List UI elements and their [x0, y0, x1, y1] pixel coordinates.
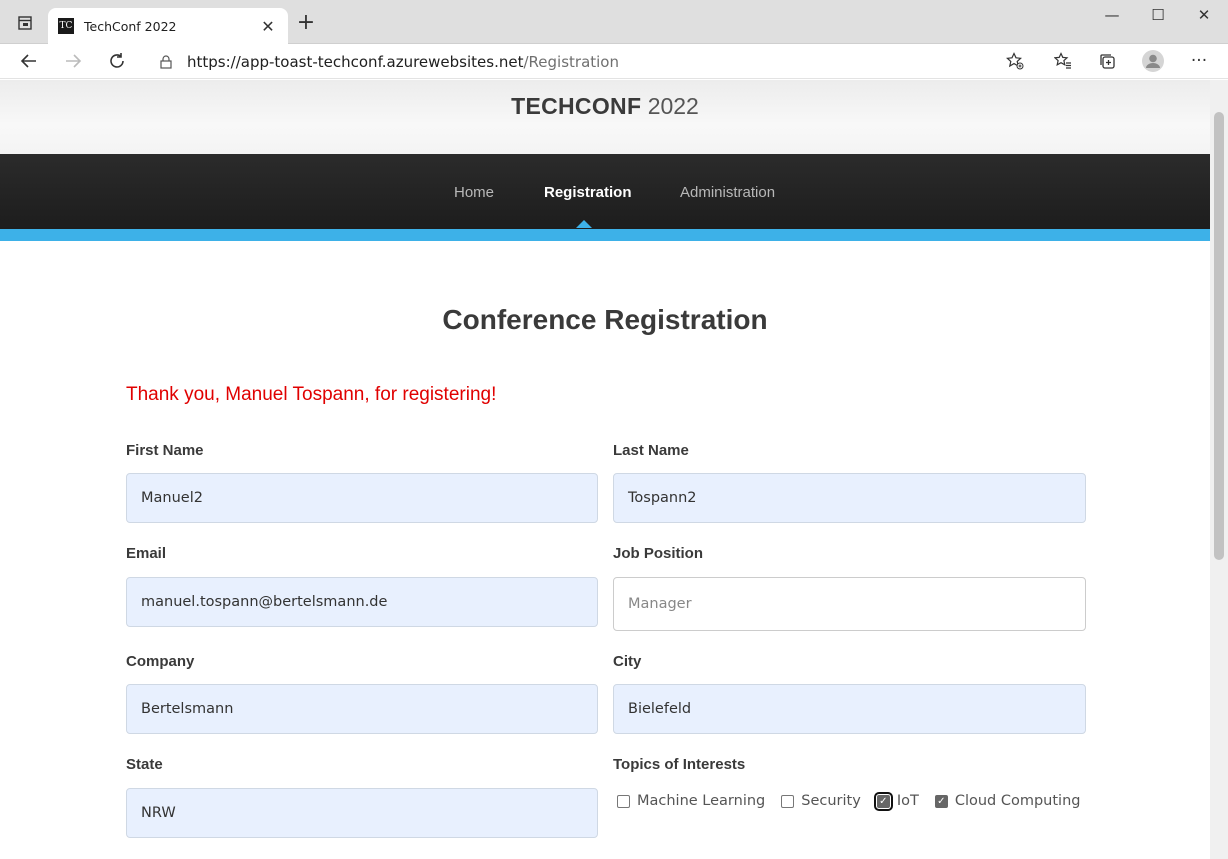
topic-label: Machine Learning: [637, 793, 766, 809]
url-host: https://app-toast-techconf.azurewebsites…: [187, 53, 524, 71]
site-logo[interactable]: TECHCONF 2022: [0, 93, 1210, 120]
maximize-icon[interactable]: ☐: [1144, 6, 1172, 26]
more-options-icon[interactable]: ···: [1187, 49, 1211, 73]
page-title: Conference Registration: [442, 304, 768, 335]
forward-icon[interactable]: [61, 49, 85, 73]
lock-icon: [160, 55, 172, 69]
favorites-icon[interactable]: [1051, 49, 1075, 73]
job-position-label: Job Position: [613, 545, 703, 562]
checkbox-iot[interactable]: ✓: [873, 791, 893, 811]
tab-close-icon[interactable]: ✕: [258, 17, 278, 36]
first-name-label: First Name: [126, 442, 204, 459]
tab-favicon-icon: TC: [58, 18, 74, 34]
add-favorite-icon[interactable]: [1003, 49, 1027, 73]
last-name-label: Last Name: [613, 442, 689, 459]
url-path: /Registration: [523, 53, 619, 71]
nav-administration[interactable]: Administration: [680, 184, 775, 201]
scrollbar-thumb[interactable]: [1214, 112, 1224, 560]
checkbox-security[interactable]: [781, 794, 795, 808]
browser-tab[interactable]: TC TechConf 2022 ✕: [48, 8, 288, 44]
city-label: City: [613, 653, 642, 670]
site-header: TECHCONF 2022: [0, 80, 1210, 154]
confirmation-message: Thank you, Manuel Tospann, for registeri…: [126, 384, 497, 405]
state-label: State: [126, 756, 163, 773]
company-label: Company: [126, 653, 195, 670]
minimize-icon[interactable]: —: [1098, 6, 1126, 26]
logo-brand: TECHCONF: [511, 93, 642, 119]
city-field[interactable]: Bielefeld: [613, 684, 1086, 734]
topic-label: Security: [801, 793, 861, 809]
nav-active-indicator: [576, 220, 592, 228]
checkbox-machine-learning[interactable]: [617, 794, 630, 808]
topics-checkbox-group: Machine Learning Security ✓ IoT ✓ Cloud …: [617, 791, 1096, 811]
checkbox-cloud-computing[interactable]: ✓: [934, 794, 948, 808]
refresh-icon[interactable]: [105, 49, 129, 73]
back-icon[interactable]: [17, 49, 41, 73]
window-menu-icon[interactable]: [14, 12, 36, 34]
page-viewport: TECHCONF 2022 Home Registration Administ…: [0, 80, 1210, 859]
tab-title: TechConf 2022: [84, 18, 177, 34]
logo-year: 2022: [647, 93, 699, 119]
topic-label: Cloud Computing: [954, 793, 1081, 809]
nav-registration[interactable]: Registration: [544, 184, 632, 201]
vertical-scrollbar[interactable]: [1210, 80, 1228, 859]
topic-iot[interactable]: ✓ IoT: [873, 791, 919, 811]
close-window-icon[interactable]: ✕: [1190, 6, 1218, 26]
browser-titlebar: TC TechConf 2022 ✕ + — ☐ ✕: [0, 0, 1228, 44]
company-field[interactable]: Bertelsmann: [126, 684, 598, 734]
nav-home[interactable]: Home: [454, 184, 494, 201]
topic-cloud-computing[interactable]: ✓ Cloud Computing: [934, 793, 1081, 809]
browser-toolbar: https://app-toast-techconf.azurewebsites…: [0, 44, 1228, 79]
topics-label: Topics of Interests: [613, 756, 746, 773]
new-tab-icon[interactable]: +: [296, 12, 316, 35]
email-label: Email: [126, 545, 167, 562]
topic-machine-learning[interactable]: Machine Learning: [617, 793, 765, 809]
job-position-field[interactable]: Manager: [613, 577, 1086, 631]
topic-security[interactable]: Security: [781, 793, 861, 809]
url-text: https://app-toast-techconf.azurewebsites…: [187, 53, 619, 71]
email-field[interactable]: manuel.tospann@bertelsmann.de: [126, 577, 598, 627]
profile-avatar-icon[interactable]: [1141, 49, 1165, 73]
accent-bar: [0, 229, 1210, 241]
job-position-placeholder: Manager: [628, 596, 692, 612]
state-field[interactable]: NRW: [126, 788, 598, 838]
last-name-field[interactable]: Tospann2: [613, 473, 1086, 523]
address-bar[interactable]: https://app-toast-techconf.azurewebsites…: [145, 47, 1035, 77]
main-nav: Home Registration Administration: [0, 154, 1210, 229]
collections-icon[interactable]: [1095, 49, 1119, 73]
first-name-field[interactable]: Manuel2: [126, 473, 598, 523]
topic-label: IoT: [896, 793, 919, 809]
